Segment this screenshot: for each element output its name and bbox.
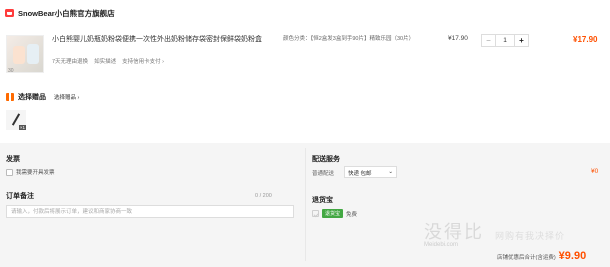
insurance-title: 退货宝 (312, 197, 333, 204)
shop-header[interactable]: SnowBear小白熊官方旗舰店 (5, 7, 115, 19)
invoice-checkbox-label[interactable]: 我需要开具发票 (16, 168, 55, 176)
order-confirm-page: SnowBear小白熊官方旗舰店 小白熊婴儿奶瓶奶粉袋便携一次性外出奶粉储存袋密… (0, 0, 610, 267)
pen-icon (11, 113, 21, 126)
unit-price: ¥17.90 (448, 35, 468, 42)
total-label: 店铺优惠后合计(含运费) (497, 255, 556, 261)
increase-button[interactable]: + (515, 35, 528, 46)
watermark-logo: 没得比 (424, 222, 484, 242)
invoice-title: 发票 (6, 156, 20, 163)
watermark-slogan: 网购有我决择价 (495, 231, 566, 241)
gift-icon (6, 93, 14, 101)
gift-title: 选择赠品 (18, 94, 46, 101)
total-value: ¥9.90 (558, 250, 587, 262)
remark-char-count: 0 / 200 (255, 193, 272, 199)
remark-input[interactable]: 请输入，付款后将展示订单，建议和商家协商一致 (6, 205, 294, 218)
watermark: 没得比 Meidebi.com (424, 218, 484, 248)
remark-title: 订单备注 (6, 193, 34, 200)
insurance-option[interactable]: 退货宝 免费 (312, 209, 357, 218)
product-title[interactable]: 小白熊婴儿奶瓶奶粉袋便携一次性外出奶粉储存袋密封保鲜袋奶粉盒 (52, 35, 274, 45)
invoice-checkbox-row[interactable]: 我需要开具发票 (6, 168, 55, 176)
thumbnail-caption: 30 (8, 68, 14, 74)
shop-name[interactable]: SnowBear小白熊官方旗舰店 (18, 8, 115, 19)
order-item: 小白熊婴儿奶瓶奶粉袋便携一次性外出奶粉储存袋密封保鲜袋奶粉盒 7天无理由退换 如… (0, 26, 610, 90)
service-tag: 如实描述 (94, 59, 117, 65)
shipping-price: ¥0 (591, 168, 599, 175)
item-subtotal: ¥17.90 (573, 35, 598, 44)
service-tag: 支持信用卡支付 › (122, 59, 164, 65)
order-total: 店铺优惠后合计(含运费) ¥9.90 (497, 250, 586, 262)
shipping-title: 配送服务 (312, 156, 340, 163)
insurance-checkbox[interactable] (312, 210, 319, 217)
quantity-stepper[interactable]: − 1 + (481, 34, 529, 47)
invoice-checkbox[interactable] (6, 168, 13, 176)
sku-info: 颜色分类：【恒2盒发3盒到手90片】精致乐园（30片） (283, 36, 415, 42)
shop-icon (5, 9, 14, 17)
shipping-label: 普通配送 (312, 171, 335, 177)
gift-section-header: 选择赠品 选择赠品 › (6, 92, 79, 102)
shipping-method-value: 快递 包邮 (348, 171, 372, 177)
gift-quantity-badge: ×1 (18, 125, 26, 130)
chevron-right-icon: › (162, 59, 164, 65)
quantity-input[interactable]: 1 (495, 35, 515, 46)
decrease-button[interactable]: − (482, 35, 495, 46)
gift-thumbnail[interactable]: ×1 (6, 110, 26, 130)
insurance-free-label: 免费 (346, 211, 358, 218)
panel-divider (305, 148, 306, 261)
select-gift-link[interactable]: 选择赠品 › (54, 93, 79, 101)
shipping-method-select[interactable]: 快递 包邮 ⌄ (344, 166, 397, 178)
service-tag: 7天无理由退换 (52, 59, 89, 65)
insurance-tag: 退货宝 (322, 209, 344, 218)
service-tags: 7天无理由退换 如实描述 支持信用卡支付 › (52, 57, 164, 65)
chevron-down-icon: ⌄ (388, 169, 393, 175)
